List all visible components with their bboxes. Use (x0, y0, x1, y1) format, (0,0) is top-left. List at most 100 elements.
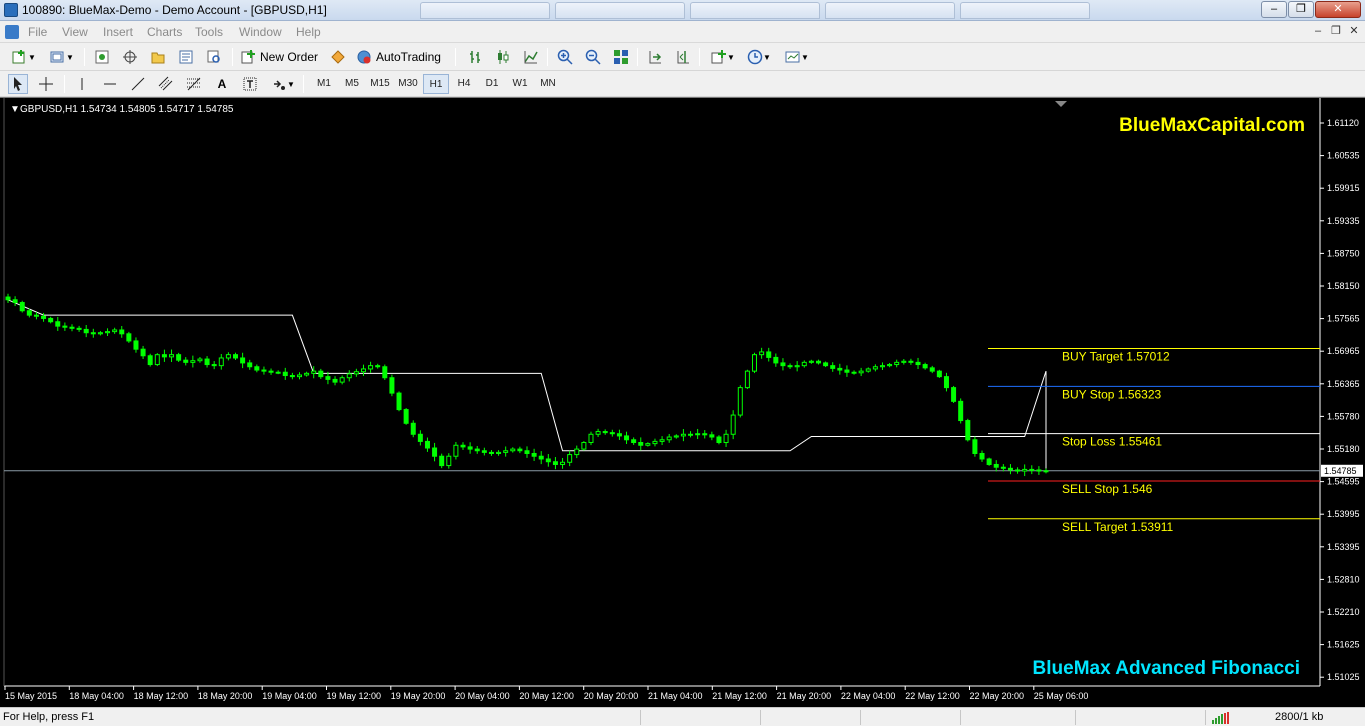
candle-body (730, 414, 736, 435)
candle-body (375, 365, 381, 368)
price-label: 1.53995 (1327, 509, 1360, 519)
candle-body (389, 377, 395, 394)
mdi-restore-button[interactable]: ❐ (1328, 24, 1344, 39)
candle-body (851, 371, 857, 374)
mdi-minimize-button[interactable]: – (1310, 24, 1326, 39)
menu-view[interactable]: View (62, 25, 88, 39)
price-chart[interactable]: BUY Target 1.57012 BUY Stop 1.56323 Stop L… (0, 98, 1365, 708)
market-watch-button[interactable] (92, 47, 112, 67)
vertical-line-icon (81, 78, 83, 90)
candle-body (169, 354, 175, 358)
timeframe-d1[interactable]: D1 (479, 74, 505, 94)
candle-body (417, 433, 423, 442)
menu-tools[interactable]: Tools (195, 25, 223, 39)
timeframe-h1[interactable]: H1 (423, 74, 449, 94)
equidistant-channel-button[interactable] (156, 74, 176, 94)
strategy-tester-button[interactable] (204, 47, 224, 67)
autotrading-button[interactable]: AutoTrading (356, 47, 448, 67)
terminal-button[interactable] (176, 47, 196, 67)
timeframe-w1[interactable]: W1 (507, 74, 533, 94)
candle-body (325, 376, 331, 380)
navigator-button[interactable] (148, 47, 168, 67)
menu-window[interactable]: Window (239, 25, 282, 39)
price-label: 1.54595 (1327, 477, 1360, 487)
new-chart-button[interactable]: ▼ (8, 47, 40, 67)
price-label: 1.52210 (1327, 607, 1360, 617)
standard-toolbar: ▼ ▼ New Order AutoTrading ▼ ▼ ▼ (0, 43, 1365, 110)
timeframe-m1[interactable]: M1 (311, 74, 337, 94)
candle-body (268, 370, 274, 373)
periods-button[interactable]: ▼ (743, 47, 775, 67)
candles (5, 293, 1049, 477)
candle-body (830, 365, 836, 369)
price-label: 1.59335 (1327, 216, 1360, 226)
timeframe-m5[interactable]: M5 (339, 74, 365, 94)
candle-body (403, 409, 409, 424)
candle-body (688, 433, 694, 436)
crosshair-button[interactable] (36, 74, 56, 94)
trendline-button[interactable] (128, 74, 148, 94)
cursor-button[interactable] (8, 74, 28, 94)
chart-menu-arrow[interactable]: ▼ (10, 104, 20, 115)
zoom-in-button[interactable] (555, 47, 575, 67)
candle-body (467, 446, 473, 450)
candle-body (190, 360, 196, 363)
timeframe-m30[interactable]: M30 (395, 74, 421, 94)
candle-body (723, 433, 729, 444)
candle-body (737, 387, 743, 416)
chart-window[interactable]: BUY Target 1.57012 BUY Stop 1.56323 Stop L… (0, 97, 1365, 707)
arrows-button[interactable]: ▼ (268, 74, 298, 94)
candle-body (105, 331, 111, 334)
candle-body (695, 433, 701, 436)
bar-chart-button[interactable] (465, 47, 485, 67)
restore-button[interactable]: ❐ (1288, 1, 1314, 18)
menu-charts[interactable]: Charts (147, 25, 182, 39)
time-label: 21 May 20:00 (777, 691, 832, 701)
timeframe-m15[interactable]: M15 (367, 74, 393, 94)
candle-body (823, 362, 829, 367)
candle-body (602, 431, 608, 434)
mdi-close-button[interactable]: ✕ (1346, 24, 1362, 39)
templates-button[interactable]: ▼ (781, 47, 813, 67)
text-button[interactable]: A (212, 74, 232, 94)
time-label: 21 May 04:00 (648, 691, 703, 701)
metaeditor-button[interactable] (328, 47, 348, 67)
candle-body (289, 375, 295, 378)
candle-body (1015, 469, 1021, 472)
menu-insert[interactable]: Insert (103, 25, 133, 39)
chart-shift-button[interactable] (673, 47, 693, 67)
menu-file[interactable]: File (28, 25, 47, 39)
candlestick-button[interactable] (493, 47, 513, 67)
indicators-button[interactable]: ▼ (707, 47, 739, 67)
new-order-button[interactable]: New Order (240, 47, 322, 67)
fibonacci-button[interactable] (184, 74, 204, 94)
level-label-2: Stop Loss 1.55461 (1062, 435, 1162, 449)
tile-windows-button[interactable] (611, 47, 631, 67)
candle-body (780, 362, 786, 367)
candle-body (282, 371, 288, 377)
shift-marker-icon[interactable] (1055, 101, 1067, 107)
candle-body (197, 358, 203, 362)
time-label: 20 May 04:00 (455, 691, 510, 701)
minimize-button[interactable]: – (1261, 1, 1287, 18)
close-button[interactable]: ✕ (1315, 1, 1361, 18)
zoom-out-icon (585, 49, 601, 65)
line-chart-button[interactable] (521, 47, 541, 67)
profiles-button[interactable]: ▼ (46, 47, 78, 67)
price-label: 1.55780 (1327, 411, 1360, 421)
menu-help[interactable]: Help (296, 25, 321, 39)
vertical-line-button[interactable] (72, 74, 92, 94)
time-label: 22 May 20:00 (970, 691, 1025, 701)
timeframe-mn[interactable]: MN (535, 74, 561, 94)
data-window-button[interactable] (120, 47, 140, 67)
timeframe-h4[interactable]: H4 (451, 74, 477, 94)
auto-scroll-button[interactable] (645, 47, 665, 67)
horizontal-line-button[interactable] (100, 74, 120, 94)
text-label-button[interactable] (240, 74, 260, 94)
price-label: 1.58150 (1327, 281, 1360, 291)
candle-body (844, 369, 850, 373)
price-label: 1.56365 (1327, 379, 1360, 389)
zoom-out-button[interactable] (583, 47, 603, 67)
candle-body (183, 359, 189, 363)
price-label: 1.51625 (1327, 640, 1360, 650)
